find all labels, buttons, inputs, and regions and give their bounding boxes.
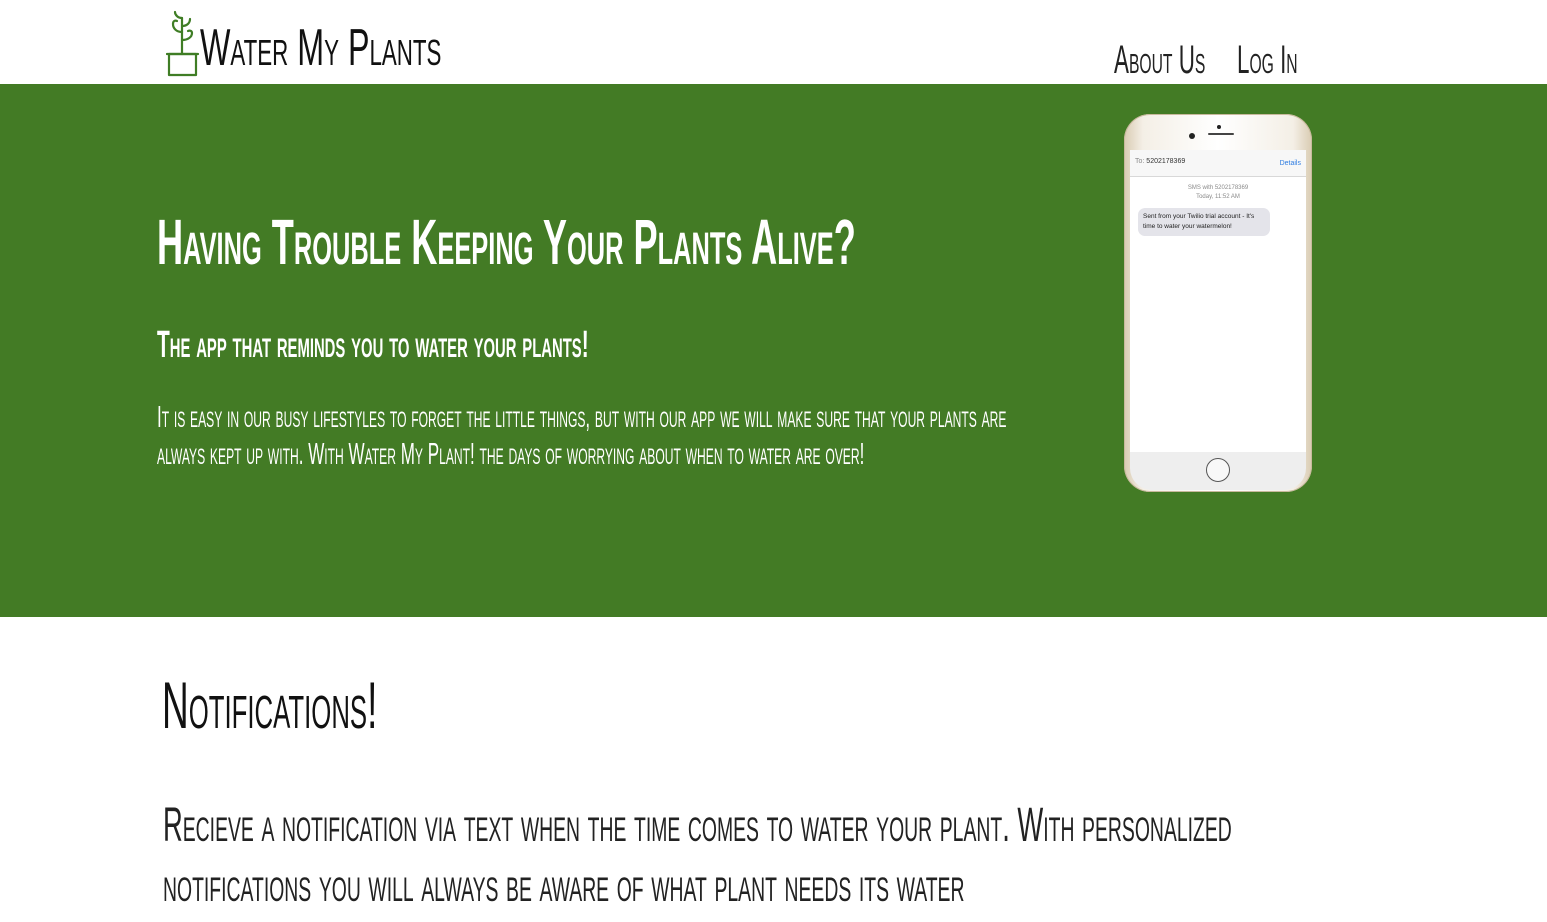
hero-description: It is easy in our busy lifestyles to for… bbox=[157, 399, 1007, 471]
logo-text: Water My Plants bbox=[200, 19, 442, 77]
hero-title: Having Trouble Keeping Your Plants Alive… bbox=[157, 206, 856, 278]
hero-section: Having Trouble Keeping Your Plants Alive… bbox=[0, 84, 1547, 617]
sms-meta-line2: Today, 11:52 AM bbox=[1196, 194, 1240, 200]
nav-log-in[interactable]: Log In bbox=[1237, 40, 1298, 80]
notifications-text: Recieve a notification via text when the… bbox=[163, 799, 1232, 912]
notifications-title: Notifications! bbox=[162, 668, 378, 742]
plant-pot-icon bbox=[166, 10, 200, 77]
sms-recipient: To: 5202178369 bbox=[1135, 158, 1185, 165]
sms-message-bubble: Sent from your Twilio trial account - It… bbox=[1138, 208, 1270, 236]
phone-speaker bbox=[1208, 133, 1234, 135]
phone-camera bbox=[1189, 133, 1195, 139]
site-header: Water My Plants About Us Log In bbox=[0, 0, 1547, 84]
logo-link[interactable]: Water My Plants bbox=[166, 8, 441, 78]
nav-about-us[interactable]: About Us bbox=[1114, 40, 1205, 80]
sms-details-link[interactable]: Details bbox=[1280, 160, 1301, 167]
sms-to-number: 5202178369 bbox=[1146, 158, 1186, 165]
phone-sensor bbox=[1217, 125, 1221, 129]
phone-screen: To: 5202178369 Details SMS with 52021783… bbox=[1130, 150, 1306, 452]
hero-subtitle: The app that reminds you to water your p… bbox=[157, 324, 589, 366]
phone-home-button bbox=[1206, 458, 1230, 482]
phone-mockup: To: 5202178369 Details SMS with 52021783… bbox=[1124, 114, 1312, 492]
sms-meta: SMS with 5202178369 Today, 11:52 AM bbox=[1130, 184, 1306, 202]
sms-header: To: 5202178369 Details bbox=[1130, 150, 1306, 177]
sms-meta-line1: SMS with 5202178369 bbox=[1187, 185, 1249, 191]
sms-to-label: To: bbox=[1135, 158, 1145, 165]
